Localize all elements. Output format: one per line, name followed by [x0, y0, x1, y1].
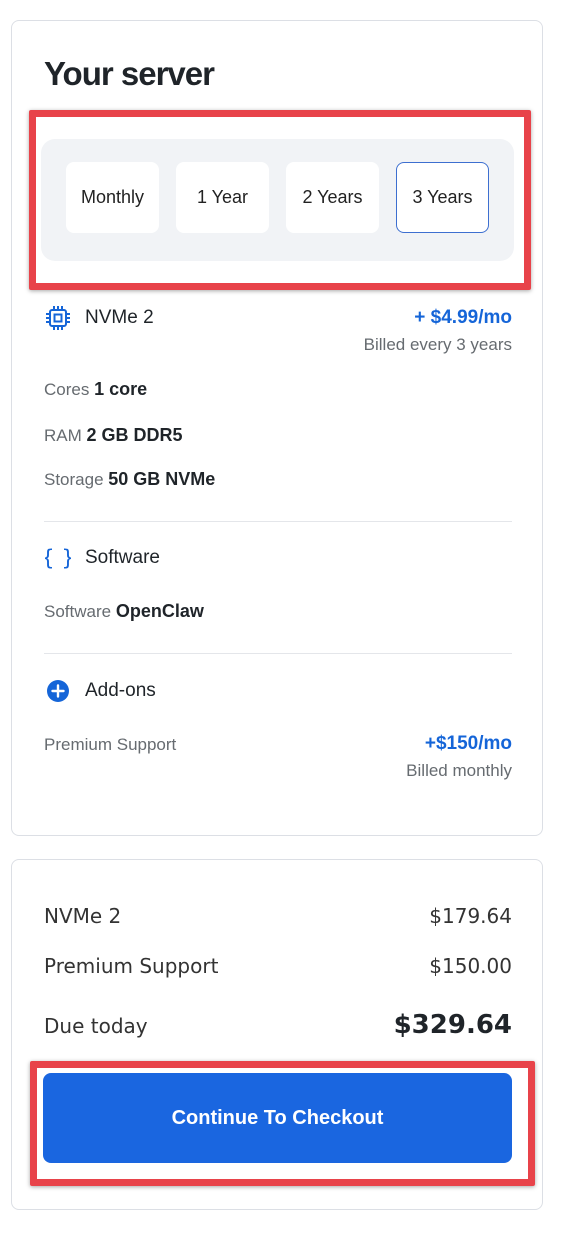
summary-support-value: $150.00	[429, 954, 512, 978]
plan-price: + $4.99/mo	[414, 307, 512, 328]
spec-storage: Storage 50 GB NVMe	[44, 469, 215, 490]
spec-cores: Cores 1 core	[44, 379, 147, 400]
server-card: Your server Monthly 1 Year 2 Years 3 Yea…	[11, 20, 543, 836]
addon-billing-note: Billed monthly	[406, 761, 512, 780]
spec-cores-label: Cores	[44, 380, 90, 399]
spec-software: Software OpenClaw	[44, 601, 204, 622]
braces-icon: { }	[44, 544, 72, 572]
spec-storage-value: 50 GB NVMe	[108, 469, 216, 489]
highlight-box	[29, 110, 531, 290]
summary-row-plan: NVMe 2 $179.64	[44, 904, 512, 928]
software-label: Software	[44, 602, 112, 621]
addon-price: +$150/mo	[424, 733, 512, 754]
software-value: OpenClaw	[115, 601, 204, 621]
summary-row-total: Due today $329.64	[44, 1010, 512, 1040]
order-summary-card: NVMe 2 $179.64 Premium Support $150.00 D…	[11, 859, 543, 1210]
total-label: Due today	[44, 1014, 148, 1038]
addons-heading-label: Add-ons	[85, 680, 156, 701]
divider	[44, 653, 512, 654]
spec-ram-label: RAM	[44, 426, 82, 445]
addon-premium-support-label: Premium Support	[44, 735, 177, 754]
highlight-box	[30, 1061, 535, 1186]
plus-circle-icon	[44, 677, 72, 705]
spec-ram: RAM 2 GB DDR5	[44, 425, 183, 446]
spec-ram-value: 2 GB DDR5	[86, 425, 183, 445]
summary-plan-value: $179.64	[429, 904, 512, 928]
summary-support-label: Premium Support	[44, 954, 219, 978]
plan-billing-note: Billed every 3 years	[363, 335, 512, 354]
spec-storage-label: Storage	[44, 470, 104, 489]
summary-row-support: Premium Support $150.00	[44, 954, 512, 978]
spec-cores-value: 1 core	[94, 379, 148, 399]
plan-name: NVMe 2	[85, 307, 154, 328]
divider	[44, 521, 512, 522]
svg-text:{ }: { }	[45, 546, 71, 570]
addon-price-block: +$150/mo Billed monthly	[406, 733, 512, 781]
software-heading: { } Software	[44, 544, 160, 572]
total-value: $329.64	[393, 1010, 512, 1040]
addons-heading: Add-ons	[44, 677, 156, 705]
plan-price-block: + $4.99/mo Billed every 3 years	[364, 307, 512, 355]
plan-heading: NVMe 2	[44, 304, 154, 332]
summary-plan-label: NVMe 2	[44, 904, 122, 928]
software-heading-label: Software	[85, 547, 160, 568]
page-title: Your server	[44, 55, 215, 92]
chip-icon	[44, 304, 72, 332]
